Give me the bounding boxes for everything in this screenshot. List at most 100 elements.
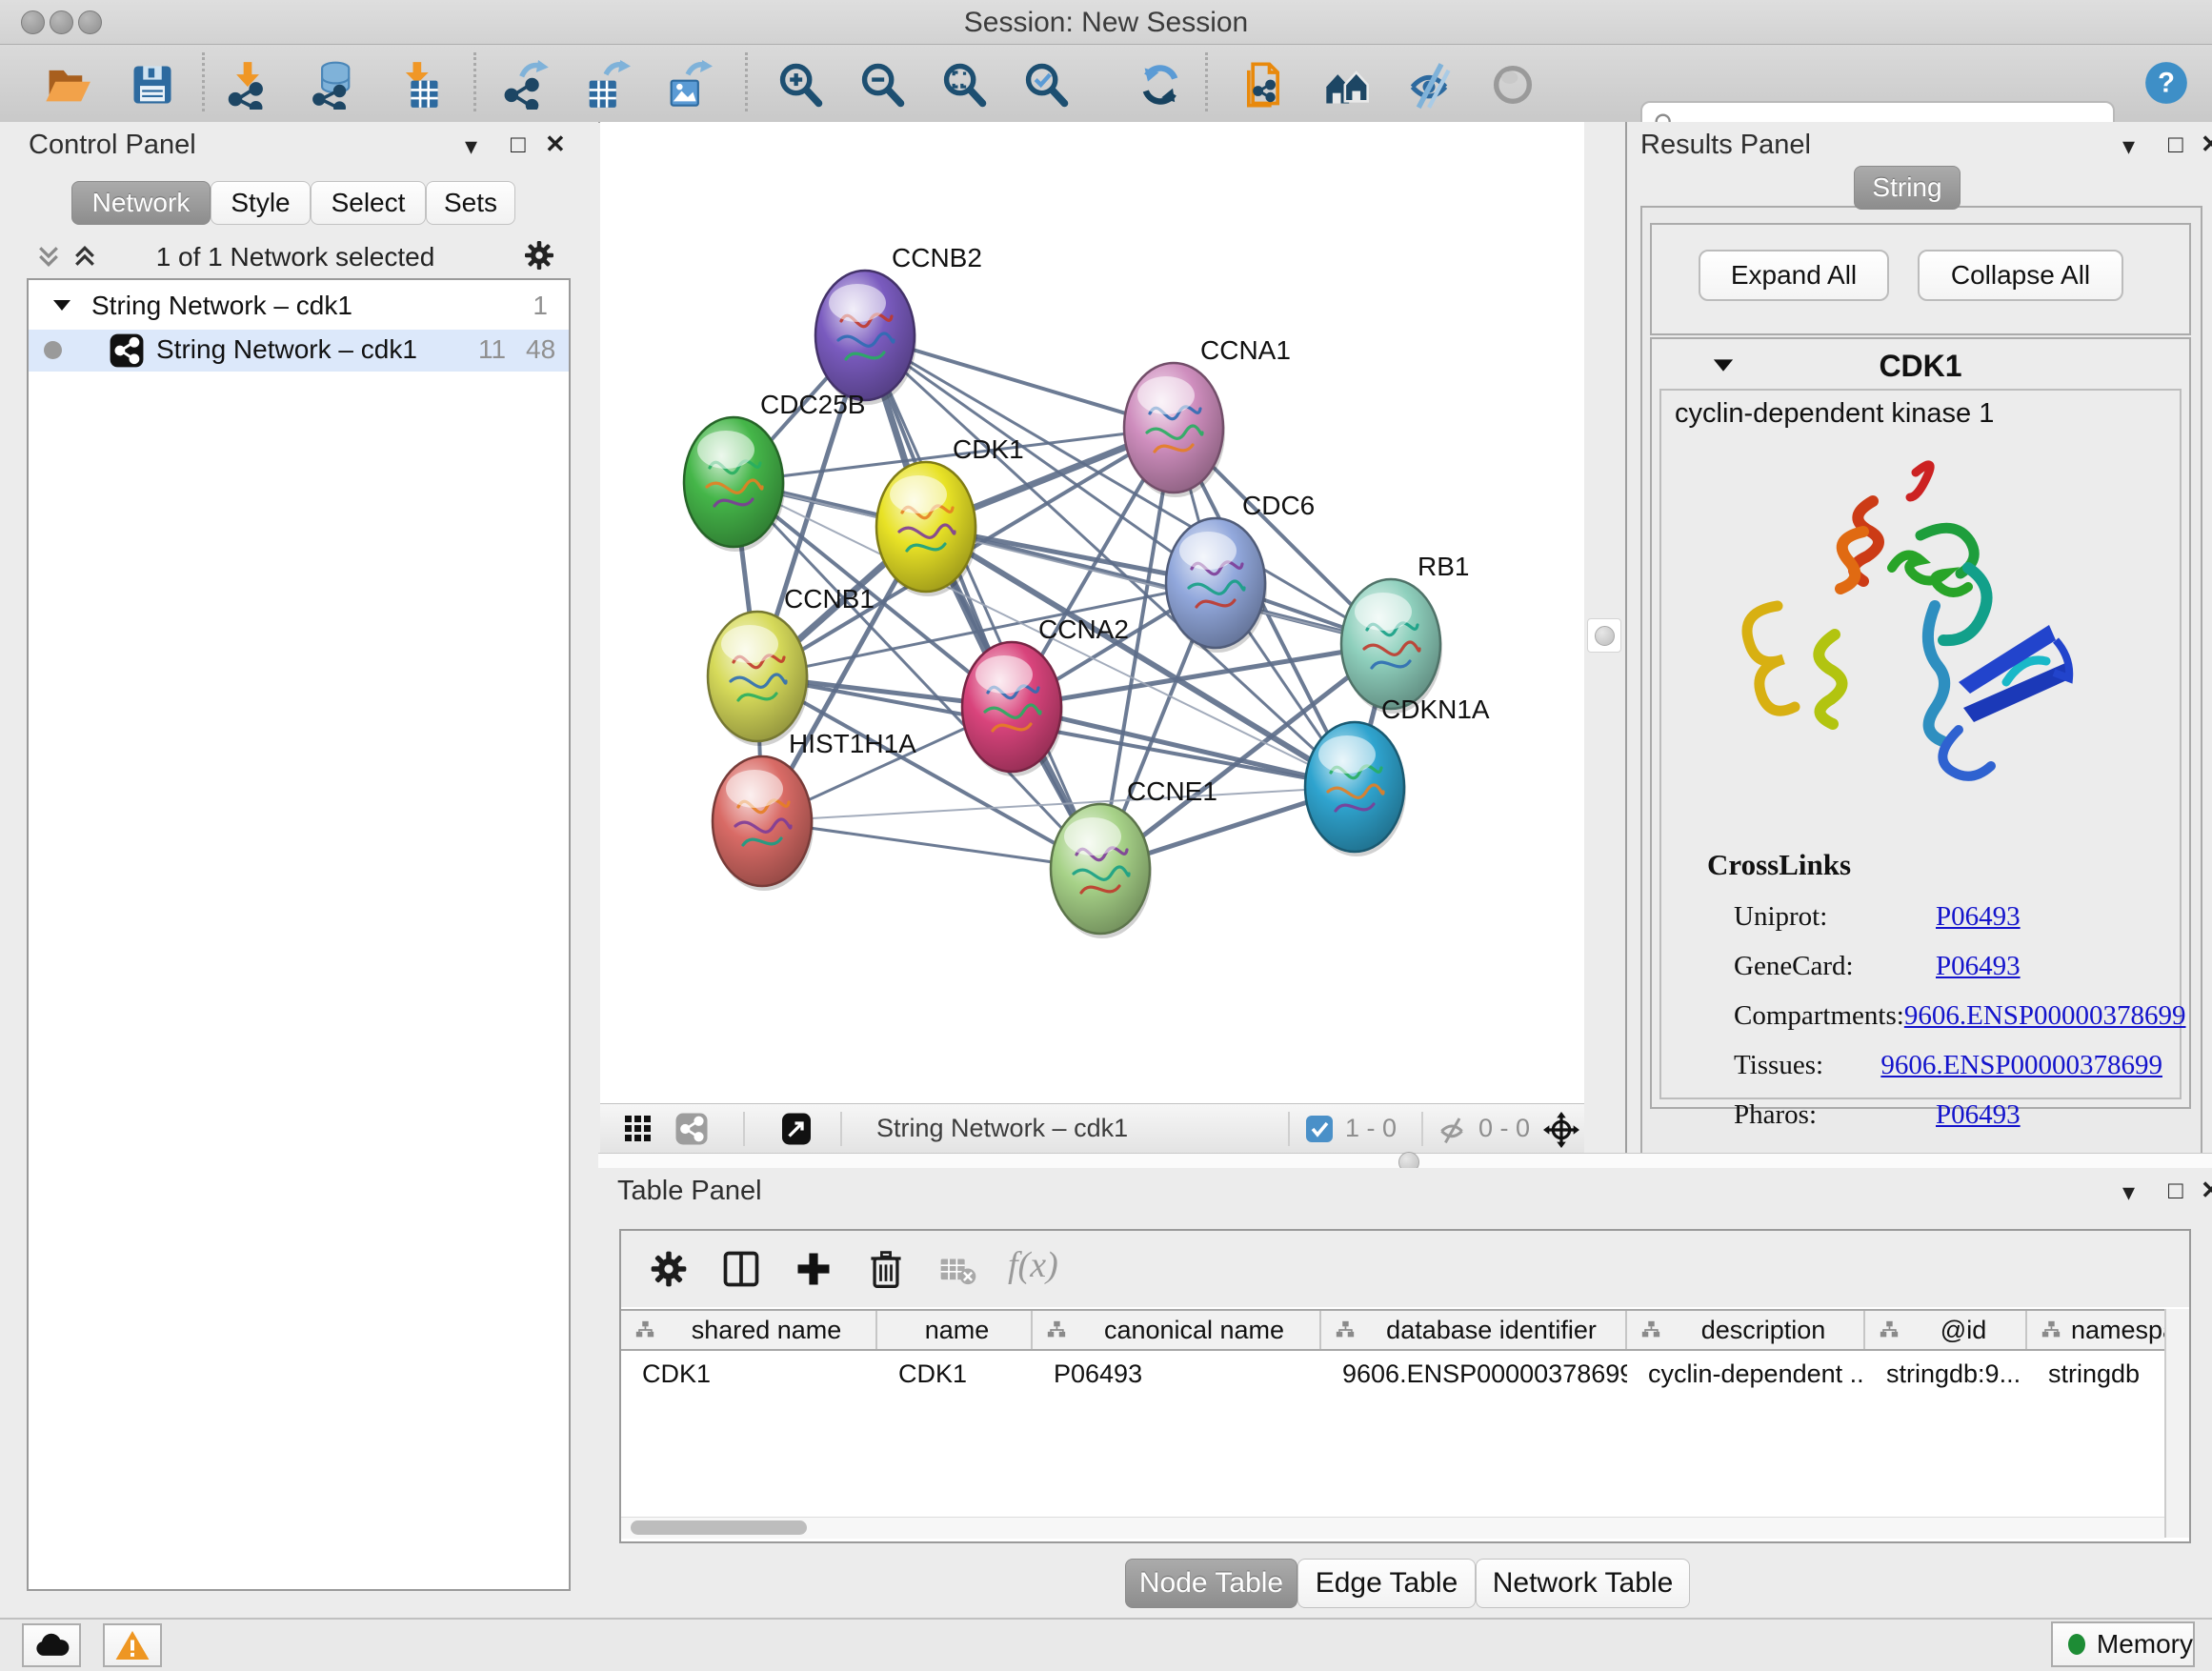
network-edge[interactable]	[865, 335, 1100, 869]
string-view-icon[interactable]	[674, 1112, 709, 1146]
splitter-handle[interactable]	[1587, 618, 1621, 653]
selected-nodes-checkbox-icon[interactable]	[1305, 1115, 1334, 1143]
table-cell[interactable]: P06493	[1033, 1353, 1321, 1395]
table-column-header[interactable]: @id	[1865, 1311, 2027, 1349]
hide-graphics-details-icon[interactable]	[1402, 58, 1456, 111]
birds-eye-view-icon[interactable]	[1543, 1112, 1579, 1148]
import-network-from-file-icon[interactable]	[1237, 58, 1290, 111]
tab-node-table[interactable]: Node Table	[1125, 1559, 1297, 1608]
open-view-in-window-icon[interactable]	[779, 1112, 814, 1146]
table-cell[interactable]: CDK1	[621, 1353, 877, 1395]
network-node-hist1h1a[interactable]	[713, 756, 814, 891]
table-column-header[interactable]: description	[1627, 1311, 1865, 1349]
collapse-all-networks-icon[interactable]	[70, 242, 99, 271]
table-cell[interactable]: CDK1	[877, 1353, 1033, 1395]
zoom-fit-icon[interactable]	[937, 58, 991, 111]
network-edge[interactable]	[1012, 644, 1391, 707]
table-column-header[interactable]: namespace	[2027, 1311, 2180, 1349]
add-column-icon[interactable]	[793, 1248, 835, 1290]
table-panel-collapse-icon[interactable]: ▾	[2122, 1179, 2135, 1204]
import-table-icon[interactable]	[392, 58, 446, 111]
network-collection-row[interactable]: String Network – cdk1 1	[29, 286, 569, 328]
network-node-rb1[interactable]	[1341, 579, 1442, 714]
export-network-icon[interactable]	[499, 58, 553, 111]
save-session-icon[interactable]	[126, 58, 179, 111]
memory-button[interactable]: Memory	[2051, 1621, 2195, 1667]
table-horizontal-scrollbar[interactable]	[621, 1517, 2164, 1539]
network-node-cdc25b[interactable]	[684, 417, 785, 552]
network-canvas[interactable]: CCNB2CCNA1CDC25BCDK1CDC6RB1CCNB1CCNA2CDK…	[600, 122, 1584, 1103]
network-node-ccne1[interactable]	[1051, 804, 1152, 938]
collection-expand-icon[interactable]	[51, 297, 72, 312]
crosslink-link[interactable]: P06493	[1936, 901, 2021, 933]
control-panel-float-icon[interactable]: □	[511, 131, 526, 156]
table-vertical-scrollbar[interactable]	[2164, 1309, 2189, 1538]
import-database-icon[interactable]	[307, 58, 360, 111]
table-cell[interactable]: cyclin-dependent ...	[1627, 1353, 1865, 1395]
network-node-ccna1[interactable]	[1124, 363, 1225, 497]
table-row[interactable]: CDK1CDK1P064939606.ENSP00000378699cyclin…	[621, 1353, 2164, 1395]
crosslink-link[interactable]: P06493	[1936, 951, 2021, 982]
cloud-status-button[interactable]	[22, 1623, 81, 1667]
import-network-icon[interactable]	[221, 58, 274, 111]
table-cell[interactable]: stringdb	[2027, 1353, 2180, 1395]
collection-count: 1	[533, 291, 548, 321]
delete-column-icon[interactable]	[865, 1248, 907, 1290]
zoom-selected-icon[interactable]	[1019, 58, 1073, 111]
zoom-out-icon[interactable]	[855, 58, 909, 111]
results-panel-close-icon[interactable]: ✕	[2201, 131, 2212, 156]
vertical-splitter[interactable]	[1584, 122, 1628, 1155]
delete-table-icon[interactable]	[939, 1254, 977, 1288]
tab-style[interactable]: Style	[211, 181, 311, 225]
function-builder-icon[interactable]: f(x)	[1008, 1244, 1058, 1286]
tab-string[interactable]: String	[1854, 166, 1961, 210]
help-icon[interactable]: ?	[2140, 56, 2193, 110]
table-options-gear-icon[interactable]	[648, 1248, 690, 1290]
export-table-icon[interactable]	[579, 58, 633, 111]
network-row-selected[interactable]: String Network – cdk1 11 48	[29, 330, 569, 372]
table-panel-float-icon[interactable]: □	[2168, 1178, 2183, 1202]
table-cell[interactable]: 9606.ENSP00000378699	[1321, 1353, 1627, 1395]
tab-network-table[interactable]: Network Table	[1476, 1559, 1690, 1608]
crosslink-link[interactable]: 9606.ENSP00000378699	[1904, 1000, 2186, 1032]
table-panel-title: Table Panel	[617, 1176, 762, 1207]
results-panel-float-icon[interactable]: □	[2168, 131, 2183, 156]
collapse-all-button[interactable]: Collapse All	[1918, 250, 2123, 301]
network-node-ccnb2[interactable]	[815, 271, 916, 405]
zoom-in-icon[interactable]	[774, 58, 827, 111]
network-node-cdkn1a[interactable]	[1305, 722, 1406, 856]
network-options-gear-icon[interactable]	[522, 238, 556, 272]
scrollbar-thumb[interactable]	[631, 1520, 807, 1535]
tab-sets[interactable]: Sets	[426, 181, 515, 225]
network-edge[interactable]	[1012, 707, 1355, 787]
crosslink-link[interactable]: 9606.ENSP00000378699	[1880, 1050, 2162, 1081]
table-cell[interactable]: stringdb:9...	[1865, 1353, 2027, 1395]
tab-edge-table[interactable]: Edge Table	[1297, 1559, 1476, 1608]
home-layout-icon[interactable]	[1320, 58, 1374, 111]
tab-network[interactable]: Network	[71, 181, 211, 225]
network-node-ccna2[interactable]	[962, 642, 1063, 776]
network-node-cdk1[interactable]	[876, 462, 977, 596]
refresh-icon[interactable]	[1134, 58, 1187, 111]
open-session-icon[interactable]	[40, 58, 93, 111]
control-panel-close-icon[interactable]: ✕	[545, 131, 566, 156]
show-graphics-details-icon[interactable]	[1486, 58, 1539, 111]
network-node-ccnb1[interactable]	[708, 612, 809, 746]
results-panel-collapse-icon[interactable]: ▾	[2122, 133, 2135, 158]
export-image-icon[interactable]	[661, 58, 714, 111]
control-panel-collapse-icon[interactable]: ▾	[465, 133, 477, 158]
hidden-eye-icon[interactable]	[1437, 1115, 1467, 1145]
crosslink-link[interactable]: P06493	[1936, 1099, 2021, 1131]
table-column-header[interactable]: database identifier	[1321, 1311, 1627, 1349]
table-column-header[interactable]: shared name	[621, 1311, 877, 1349]
warning-status-button[interactable]	[103, 1623, 162, 1667]
tab-select[interactable]: Select	[311, 181, 426, 225]
grid-view-icon[interactable]	[623, 1114, 654, 1144]
table-column-header[interactable]: canonical name	[1033, 1311, 1321, 1349]
show-columns-icon[interactable]	[720, 1248, 762, 1290]
expand-all-button[interactable]: Expand All	[1699, 250, 1889, 301]
network-node-cdc6[interactable]	[1166, 518, 1267, 653]
table-panel-close-icon[interactable]: ✕	[2201, 1178, 2212, 1202]
table-column-header[interactable]: name	[877, 1311, 1033, 1349]
expand-all-networks-icon[interactable]	[34, 242, 63, 271]
